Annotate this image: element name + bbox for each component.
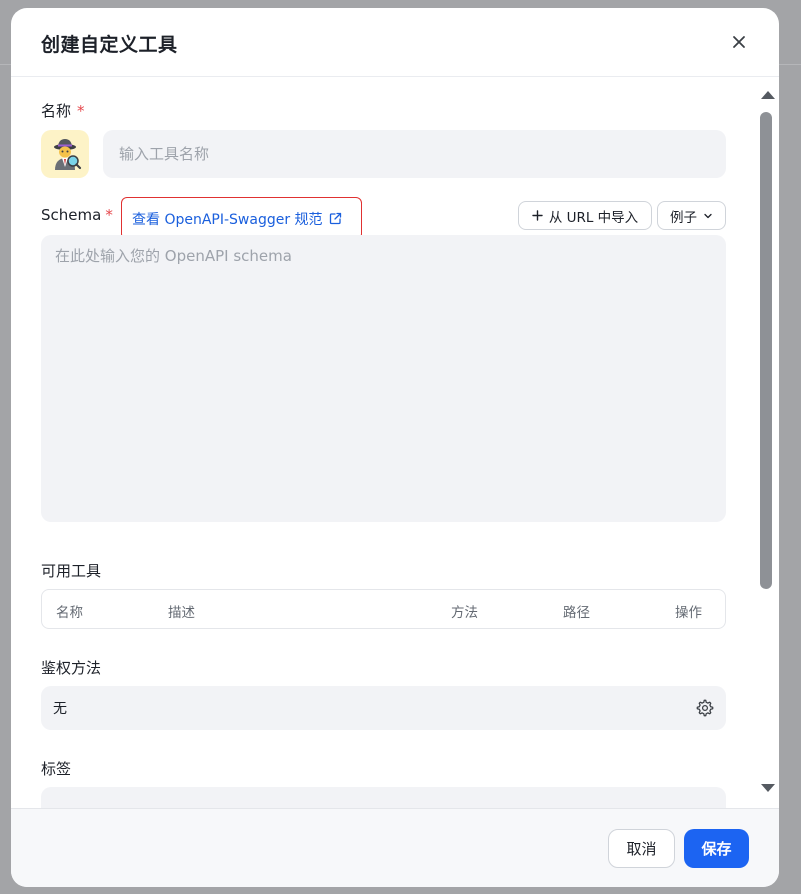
column-header-description: 描述 xyxy=(168,605,195,621)
auth-method-label: 鉴权方法 xyxy=(41,659,102,677)
column-header-method: 方法 xyxy=(451,605,478,621)
cancel-button[interactable]: 取消 xyxy=(608,829,675,868)
tags-field[interactable] xyxy=(41,787,726,808)
available-tools-table: 名称 描述 方法 路径 操作 xyxy=(41,589,726,629)
auth-settings-button[interactable] xyxy=(694,697,716,719)
close-button[interactable] xyxy=(727,30,751,54)
plus-icon xyxy=(532,210,543,221)
openapi-spec-link-text: 查看 OpenAPI-Swagger 规范 xyxy=(132,211,323,228)
openapi-spec-link[interactable]: 查看 OpenAPI-Swagger 规范 xyxy=(121,197,362,240)
schema-label-text: Schema xyxy=(41,206,102,224)
name-label: 名称 * xyxy=(41,100,85,121)
tool-name-input[interactable] xyxy=(103,130,726,178)
available-tools-label: 可用工具 xyxy=(41,562,102,580)
tool-avatar-button[interactable] xyxy=(41,130,89,178)
examples-dropdown[interactable]: 例子 xyxy=(657,201,726,230)
dialog-title: 创建自定义工具 xyxy=(41,34,178,56)
dialog-footer: 取消 保存 xyxy=(11,808,779,887)
column-header-path: 路径 xyxy=(563,605,590,621)
schema-textarea[interactable] xyxy=(41,235,726,522)
scrollbar-thumb[interactable] xyxy=(760,112,772,589)
auth-method-value: 无 xyxy=(53,701,67,717)
auth-method-field[interactable]: 无 xyxy=(41,686,726,730)
required-mark: * xyxy=(77,102,85,120)
tags-label: 标签 xyxy=(41,760,72,778)
name-label-text: 名称 xyxy=(41,102,72,120)
required-mark: * xyxy=(105,206,113,224)
create-custom-tool-dialog: 创建自定义工具 名称 * 输入工具名称 Schema * 查看 OpenAPI-… xyxy=(11,8,779,887)
dialog-body-content: 名称* Sche xyxy=(11,77,779,808)
dialog-scrollbar[interactable] xyxy=(757,86,777,798)
examples-label: 例子 xyxy=(670,209,697,226)
column-header-name: 名称 xyxy=(56,605,83,621)
external-link-icon xyxy=(329,212,341,225)
column-header-actions: 操作 xyxy=(675,605,702,621)
scroll-up-arrow[interactable] xyxy=(761,91,775,99)
dialog-body[interactable]: 名称* Sche xyxy=(11,77,779,808)
dialog-header: 创建自定义工具 xyxy=(11,8,779,77)
chevron-down-icon xyxy=(704,213,712,218)
gear-icon xyxy=(696,699,714,717)
import-from-url-label: 从 URL 中导入 xyxy=(548,209,639,226)
save-button[interactable]: 保存 xyxy=(684,829,749,868)
schema-label: Schema * xyxy=(41,206,113,224)
detective-emoji-icon xyxy=(54,139,82,170)
scroll-down-arrow[interactable] xyxy=(761,784,775,792)
close-icon xyxy=(733,36,745,48)
import-from-url-button[interactable]: 从 URL 中导入 xyxy=(518,201,652,230)
